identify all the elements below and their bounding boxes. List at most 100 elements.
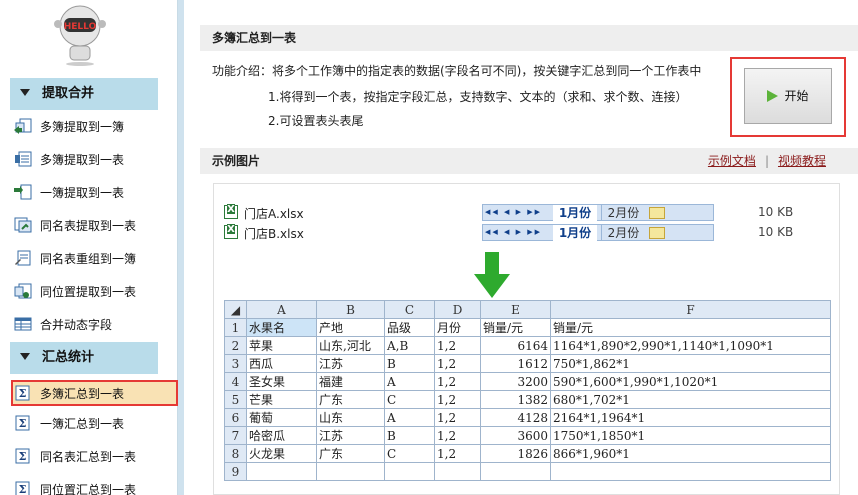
table-cell: 3600 bbox=[480, 426, 551, 445]
table-cell: 6164 bbox=[480, 336, 551, 355]
excel-file-icon bbox=[224, 204, 238, 219]
table-cell: 广东 bbox=[316, 444, 385, 463]
corner-cell: ◢ bbox=[224, 300, 247, 319]
video-tutorial-link[interactable]: 视频教程 bbox=[778, 154, 826, 168]
sidebar-item-same-position-summary[interactable]: Σ 同位置汇总到一表 bbox=[14, 477, 164, 495]
table-cell: 福建 bbox=[316, 372, 385, 391]
sidebar: HELLO 提取合并 多簿提取到一簿 多簿提取到一表 一簿提取到一表 同名表提取… bbox=[0, 0, 178, 495]
table-cell: 750*1,862*1 bbox=[550, 354, 831, 373]
table-cell: 葡萄 bbox=[246, 408, 317, 427]
sheet-tab-bar: ◀◀ ◀ ▶ ▶▶ 1月份 2月份 bbox=[482, 224, 714, 241]
extract-books-icon bbox=[14, 118, 32, 134]
svg-text:HELLO: HELLO bbox=[64, 22, 97, 32]
table-cell: 1,2 bbox=[434, 390, 481, 409]
row-number: 5 bbox=[224, 390, 247, 409]
help-links: 示例文档 | 视频教程 bbox=[708, 148, 826, 174]
sidebar-item-one-book-to-sheet[interactable]: 一簿提取到一表 bbox=[14, 180, 164, 206]
table-cell: 866*1,960*1 bbox=[550, 444, 831, 463]
table-cell: 产地 bbox=[316, 318, 385, 337]
sidebar-item-multi-book-to-sheet[interactable]: 多簿提取到一表 bbox=[14, 147, 164, 173]
table-row: 4 圣女果 福建 A 1,2 3200 590*1,600*1,990*1,1020*1 bbox=[224, 372, 831, 391]
example-docs-link[interactable]: 示例文档 bbox=[708, 154, 756, 168]
merge-fields-icon bbox=[14, 317, 32, 331]
file-size: 10 KB bbox=[758, 225, 794, 239]
start-button[interactable]: 开始 bbox=[744, 68, 832, 124]
table-row: 9 bbox=[224, 462, 831, 481]
section-summary-stats[interactable]: 汇总统计 bbox=[10, 342, 158, 374]
sheet-tab: 2月份 bbox=[601, 225, 645, 241]
row-number: 9 bbox=[224, 462, 247, 481]
table-cell: 1,2 bbox=[434, 408, 481, 427]
collapse-triangle-icon bbox=[20, 353, 30, 360]
table-cell: 苹果 bbox=[246, 336, 317, 355]
table-row: 8 火龙果 广东 C 1,2 1826 866*1,960*1 bbox=[224, 444, 831, 463]
table-cell: 广东 bbox=[316, 390, 385, 409]
table-cell: 590*1,600*1,990*1,1020*1 bbox=[550, 372, 831, 391]
sidebar-item-same-name-to-sheet[interactable]: 同名表提取到一表 bbox=[14, 213, 164, 239]
table-cell: 1,2 bbox=[434, 336, 481, 355]
row-number: 2 bbox=[224, 336, 247, 355]
file-row: 门店B.xlsx ◀◀ ◀ ▶ ▶▶ 1月份 2月份 10 KB bbox=[224, 224, 824, 242]
table-cell: 月份 bbox=[434, 318, 481, 337]
sigma-icon: Σ bbox=[15, 385, 30, 401]
link-separator: | bbox=[764, 154, 769, 168]
sidebar-scroll-strip[interactable] bbox=[178, 0, 184, 495]
sidebar-item-one-book-summary[interactable]: Σ 一簿汇总到一表 bbox=[14, 411, 164, 437]
table-cell: 火龙果 bbox=[246, 444, 317, 463]
column-header: E bbox=[480, 300, 551, 319]
row-number: 7 bbox=[224, 426, 247, 445]
table-cell: 4128 bbox=[480, 408, 551, 427]
regroup-icon bbox=[15, 250, 31, 266]
table-cell: 2164*1,1964*1 bbox=[550, 408, 831, 427]
sidebar-item-same-position-to-sheet[interactable]: 同位置提取到一表 bbox=[14, 279, 164, 305]
sheet-nav-arrows-icon: ◀◀ ◀ ▶ ▶▶ bbox=[485, 208, 542, 216]
same-name-icon bbox=[14, 217, 32, 233]
table-cell: C bbox=[384, 444, 435, 463]
sigma-icon: Σ bbox=[15, 448, 30, 464]
table-cell bbox=[434, 462, 481, 481]
column-header: A bbox=[246, 300, 317, 319]
new-sheet-icon bbox=[649, 227, 665, 239]
table-cell: 西瓜 bbox=[246, 354, 317, 373]
table-cell: 3200 bbox=[480, 372, 551, 391]
table-cell: B bbox=[384, 426, 435, 445]
table-cell bbox=[384, 462, 435, 481]
mascot-logo: HELLO bbox=[54, 5, 106, 66]
sidebar-item-same-name-regroup[interactable]: 同名表重组到一簿 bbox=[14, 246, 164, 272]
table-cell: 1382 bbox=[480, 390, 551, 409]
section-extract-merge[interactable]: 提取合并 bbox=[10, 78, 158, 110]
new-sheet-icon bbox=[649, 207, 665, 219]
table-cell: 山东 bbox=[316, 408, 385, 427]
table-cell: 销量/元 bbox=[480, 318, 551, 337]
table-row: 5 芒果 广东 C 1,2 1382 680*1,702*1 bbox=[224, 390, 831, 409]
function-intro: 功能介绍：将多个工作簿中的指定表的数据(字段名可不同)，按关键字汇总到同一个工作… bbox=[212, 64, 702, 78]
sheet-tab-bar: ◀◀ ◀ ▶ ▶▶ 1月份 2月份 bbox=[482, 204, 714, 221]
table-cell: 江苏 bbox=[316, 426, 385, 445]
sidebar-item-multi-book-summary[interactable]: Σ 多簿汇总到一表 bbox=[11, 380, 178, 406]
single-book-icon bbox=[14, 184, 32, 200]
row-number: 1 bbox=[224, 318, 247, 337]
table-cell bbox=[246, 462, 317, 481]
table-cell: 1164*1,890*2,990*1,1140*1,1090*1 bbox=[550, 336, 831, 355]
sidebar-item-same-name-summary[interactable]: Σ 同名表汇总到一表 bbox=[14, 444, 164, 470]
file-size: 10 KB bbox=[758, 205, 794, 219]
sidebar-item-merge-fields[interactable]: 合并动态字段 bbox=[14, 312, 164, 338]
table-row: 6 葡萄 山东 A 1,2 4128 2164*1,1964*1 bbox=[224, 408, 831, 427]
svg-text:Σ: Σ bbox=[19, 483, 27, 495]
sheet-tab: 1月份 bbox=[553, 205, 597, 221]
table-cell: 1,2 bbox=[434, 444, 481, 463]
table-cell: 圣女果 bbox=[246, 372, 317, 391]
svg-text:Σ: Σ bbox=[19, 417, 27, 430]
file-name: 门店A.xlsx bbox=[244, 207, 304, 221]
sheet-tab: 2月份 bbox=[601, 205, 645, 221]
sheet-nav-arrows-icon: ◀◀ ◀ ▶ ▶▶ bbox=[485, 228, 542, 236]
table-cell: 1,2 bbox=[434, 426, 481, 445]
sidebar-item-multi-book-to-book[interactable]: 多簿提取到一簿 bbox=[14, 114, 164, 140]
result-spreadsheet: ◢ A B C D E F 1 水果名 产地 品级 月份 销量/元 销量/元 2 苹果 山东,河北… bbox=[224, 300, 831, 481]
example-title: 示例图片 bbox=[212, 154, 261, 168]
table-cell: 芒果 bbox=[246, 390, 317, 409]
row-number: 3 bbox=[224, 354, 247, 373]
row-number: 4 bbox=[224, 372, 247, 391]
row-number: 6 bbox=[224, 408, 247, 427]
table-cell: 1750*1,1850*1 bbox=[550, 426, 831, 445]
